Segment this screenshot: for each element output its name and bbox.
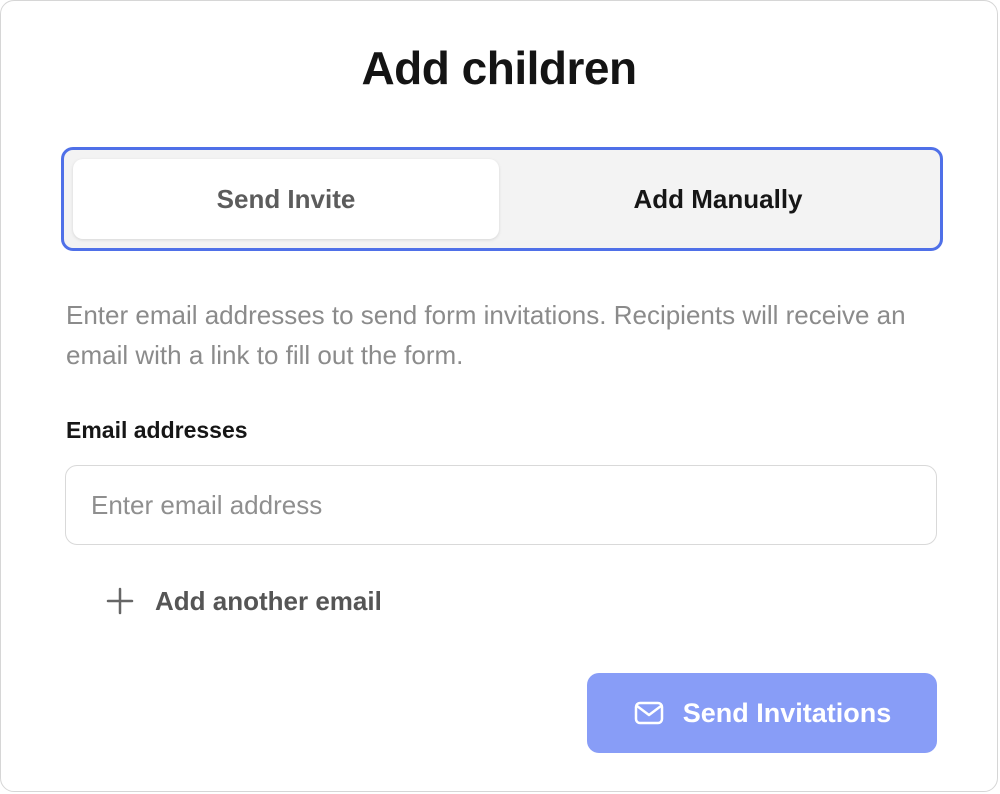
email-addresses-label: Email addresses bbox=[66, 417, 248, 443]
send-invitations-button[interactable]: Send Invitations bbox=[587, 673, 937, 753]
dialog-title: Add children bbox=[361, 42, 637, 94]
email-input[interactable] bbox=[65, 465, 937, 545]
instructions-text: Enter email addresses to send form invit… bbox=[66, 300, 906, 370]
plus-icon bbox=[106, 587, 134, 615]
mode-tabs: Send Invite Add Manually bbox=[61, 147, 943, 251]
mail-icon bbox=[634, 701, 663, 725]
add-children-dialog: Add children Send Invite Add Manually En… bbox=[0, 0, 998, 792]
tab-send-invite[interactable]: Send Invite bbox=[73, 159, 499, 239]
add-another-email-button[interactable]: Add another email bbox=[105, 581, 382, 621]
tab-add-manually[interactable]: Add Manually bbox=[505, 159, 931, 239]
add-another-email-label: Add another email bbox=[155, 585, 382, 616]
send-invitations-label: Send Invitations bbox=[682, 697, 892, 728]
